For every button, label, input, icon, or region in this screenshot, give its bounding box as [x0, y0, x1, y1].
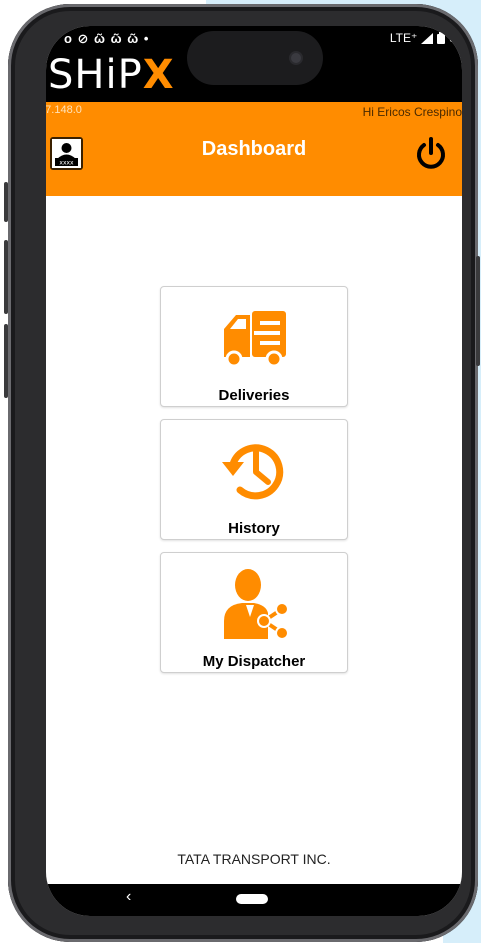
- logout-button[interactable]: [414, 136, 448, 170]
- back-icon[interactable]: ‹: [126, 888, 131, 906]
- tile-label: History: [228, 520, 280, 537]
- navigation-bar: ‹: [46, 884, 462, 916]
- side-button-right: [476, 256, 480, 366]
- app-logo: SHiPX: [48, 52, 175, 98]
- signal-icon: [421, 32, 434, 44]
- home-pill[interactable]: [236, 894, 268, 904]
- dispatcher-share-icon: [224, 569, 289, 640]
- camera-cutout: [187, 31, 323, 85]
- side-button-left-2: [4, 240, 8, 314]
- page-title: Dashboard: [201, 138, 307, 160]
- notification-icons: o ⊘ ῶ ῶ ῶ •: [64, 31, 150, 46]
- side-button-left-3: [4, 324, 8, 398]
- network-label: LTE⁺: [389, 31, 418, 45]
- camera-lens: [291, 53, 301, 63]
- status-bar: o ⊘ ῶ ῶ ῶ • LTE⁺ 5 SHiPX: [46, 26, 462, 102]
- tile-label: Deliveries: [218, 387, 290, 404]
- greeting-label: Hi Ericos Crespino: [362, 105, 462, 119]
- version-label: .27.148.0: [46, 104, 82, 116]
- power-icon: [417, 137, 445, 169]
- history-tile[interactable]: History: [160, 419, 348, 540]
- deliveries-tile[interactable]: Deliveries: [160, 286, 348, 407]
- company-name: TATA TRANSPORT INC.: [177, 851, 331, 867]
- history-clock-icon: [222, 444, 284, 500]
- battery-level: 5: [449, 31, 456, 45]
- logo-accent: X: [142, 52, 175, 98]
- phone-frame: o ⊘ ῶ ῶ ῶ • LTE⁺ 5 SHiPX .27.148.0 Hi Er…: [4, 4, 480, 942]
- battery-icon: [437, 32, 446, 44]
- tile-label: My Dispatcher: [202, 653, 306, 670]
- delivery-truck-icon: [224, 311, 286, 368]
- system-indicators: LTE⁺ 5: [390, 31, 456, 45]
- my-dispatcher-tile[interactable]: My Dispatcher: [160, 552, 348, 673]
- phone-screen: o ⊘ ῶ ῶ ῶ • LTE⁺ 5 SHiPX .27.148.0 Hi Er…: [46, 26, 462, 916]
- side-button-left-1: [4, 182, 8, 222]
- app-header: .27.148.0 Hi Ericos Crespino xxxx Dashbo…: [46, 102, 462, 196]
- logo-text: SHiP: [48, 52, 143, 98]
